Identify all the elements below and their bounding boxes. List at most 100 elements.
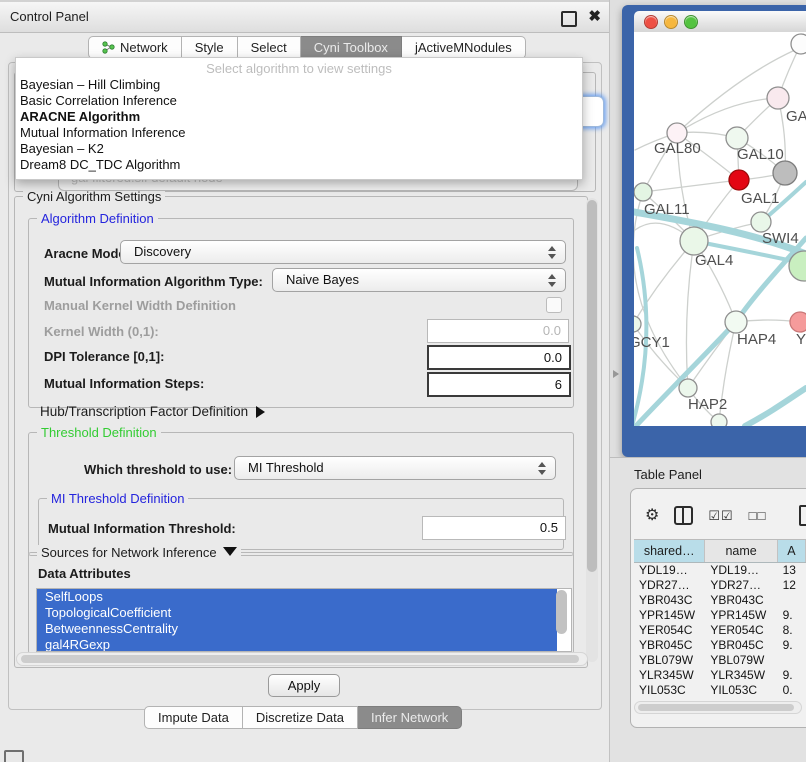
tab-label: jActiveMNodules bbox=[415, 37, 512, 59]
mi-threshold-field[interactable]: 0.5 bbox=[422, 516, 566, 540]
node-label: GAL4 bbox=[695, 252, 733, 269]
network-node-salmon[interactable] bbox=[790, 312, 806, 332]
split-columns-icon[interactable] bbox=[674, 506, 693, 525]
network-node-hap2[interactable] bbox=[679, 379, 697, 397]
column-header[interactable]: A bbox=[778, 540, 806, 562]
table-row[interactable]: YDR27…YDR27…12 bbox=[634, 578, 806, 593]
network-node-bottom-small[interactable] bbox=[711, 414, 727, 426]
settings-scroll-thumb[interactable] bbox=[587, 200, 597, 572]
kernel-width-label: Kernel Width (0,1): bbox=[44, 324, 159, 339]
table-row[interactable]: YBR043CYBR043C bbox=[634, 593, 806, 608]
attribute-item[interactable]: TopologicalCoefficient bbox=[37, 605, 557, 621]
partial-table-icon[interactable] bbox=[799, 505, 806, 526]
tab-label: Style bbox=[195, 37, 224, 59]
table-row[interactable]: YDL19…YDL19…13 bbox=[634, 563, 806, 578]
column-header[interactable]: shared… bbox=[634, 540, 705, 562]
network-node-swi4[interactable] bbox=[751, 212, 771, 232]
uncheck-pair-icon[interactable]: □□ bbox=[749, 507, 767, 525]
table-horizontal-scrollbar[interactable] bbox=[634, 701, 802, 714]
float-window-icon[interactable] bbox=[561, 11, 577, 27]
settings-hscroll-thumb[interactable] bbox=[21, 655, 579, 663]
tab-impute-data[interactable]: Impute Data bbox=[144, 706, 243, 729]
node-label: HAP2 bbox=[688, 396, 727, 413]
table-row[interactable]: YBR045CYBR045C9. bbox=[634, 638, 806, 653]
network-window-titlebar[interactable] bbox=[634, 11, 806, 33]
algorithm-option[interactable]: ARACNE Algorithm bbox=[16, 109, 582, 125]
table-row[interactable]: YIL053CYIL053C0. bbox=[634, 683, 806, 698]
tab-network[interactable]: Network bbox=[88, 36, 182, 59]
settings-horizontal-scrollbar[interactable] bbox=[16, 652, 588, 666]
minimized-panel-icon[interactable] bbox=[4, 750, 24, 762]
algorithm-option[interactable]: Bayesian – Hill Climbing bbox=[16, 77, 582, 93]
attribute-item[interactable]: SelfLoops bbox=[37, 589, 557, 605]
aracne-mode-combo[interactable]: Discovery bbox=[120, 240, 566, 264]
tab-label: Cyni Toolbox bbox=[314, 37, 388, 59]
tab-label: Network bbox=[120, 37, 168, 59]
table-window: ⚙ ☑☑ □□ shared…nameA YDL19…YDL19…13YDR27…Y… bbox=[630, 488, 806, 728]
network-node-gcy1[interactable] bbox=[634, 316, 641, 332]
attributes-scroll-thumb[interactable] bbox=[556, 590, 567, 634]
attribute-item[interactable]: gal4RGexp bbox=[37, 637, 557, 652]
table-row[interactable]: YLR345WYLR345W9. bbox=[634, 668, 806, 683]
network-node-hap4[interactable] bbox=[725, 311, 747, 333]
tab-infer-network[interactable]: Infer Network bbox=[358, 706, 462, 729]
splitter-handle[interactable] bbox=[613, 370, 619, 378]
tab-jactivemnodules[interactable]: jActiveMNodules bbox=[402, 36, 526, 59]
algorithm-option[interactable]: Dream8 DC_TDC Algorithm bbox=[16, 157, 582, 173]
mi-type-label: Mutual Information Algorithm Type: bbox=[44, 274, 263, 289]
table-cell: 12 bbox=[778, 578, 806, 593]
algorithm-option[interactable]: Basic Correlation Inference bbox=[16, 93, 582, 109]
settings-vertical-scrollbar[interactable] bbox=[586, 198, 598, 662]
algorithm-option[interactable]: Bayesian – K2 bbox=[16, 141, 582, 157]
close-light[interactable] bbox=[644, 15, 658, 29]
table-row[interactable]: YER054CYER054C8. bbox=[634, 623, 806, 638]
dpi-tolerance-field[interactable]: 0.0 bbox=[427, 345, 571, 370]
table-row[interactable]: YPR145WYPR145W9. bbox=[634, 608, 806, 623]
tab-label: Infer Network bbox=[371, 707, 448, 729]
expanded-arrow-icon[interactable] bbox=[223, 547, 237, 556]
bottom-tabs: Impute Data Discretize Data Infer Networ… bbox=[144, 706, 462, 729]
network-node-top-partial[interactable] bbox=[791, 34, 806, 54]
table-cell: YBL079W bbox=[705, 653, 777, 668]
network-node-pink-upper[interactable] bbox=[767, 87, 789, 109]
which-threshold-combo[interactable]: MI Threshold bbox=[234, 456, 556, 480]
network-node-green-left[interactable] bbox=[634, 183, 652, 201]
kernel-width-field[interactable]: 0.0 bbox=[427, 319, 569, 343]
node-label: HAP4 bbox=[737, 331, 776, 348]
algorithm-option[interactable]: Mutual Information Inference bbox=[16, 125, 582, 141]
attribute-item[interactable]: BetweennessCentrality bbox=[37, 621, 557, 637]
tab-style[interactable]: Style bbox=[182, 36, 238, 59]
table-hscroll-thumb[interactable] bbox=[638, 704, 794, 711]
table-cell: 9. bbox=[778, 668, 806, 683]
control-panel-tabs: Network Style Select Cyni Toolbox jActiv… bbox=[88, 36, 526, 59]
hub-definition-expander[interactable]: Hub/Transcription Factor Definition bbox=[40, 404, 265, 419]
data-attributes-list[interactable]: SelfLoopsTopologicalCoefficientBetweenne… bbox=[36, 588, 572, 652]
network-edge bbox=[677, 98, 778, 133]
tab-discretize-data[interactable]: Discretize Data bbox=[243, 706, 358, 729]
tab-cyni-toolbox[interactable]: Cyni Toolbox bbox=[301, 36, 402, 59]
manual-kernel-checkbox[interactable] bbox=[546, 297, 562, 313]
tab-select[interactable]: Select bbox=[238, 36, 301, 59]
table-cell bbox=[778, 593, 806, 608]
network-canvas[interactable]: GALGAL80GAL10GAL1GAL11SWI4GAL4HAP4YGCY1H… bbox=[634, 32, 806, 426]
node-label: GAL1 bbox=[741, 190, 779, 207]
table-cell: YIL053C bbox=[634, 683, 705, 698]
node-label: GAL10 bbox=[737, 146, 784, 163]
table-cell: YBR043C bbox=[634, 593, 705, 608]
dpi-tolerance-label: DPI Tolerance [0,1]: bbox=[44, 349, 164, 364]
network-node-gray[interactable] bbox=[773, 161, 797, 185]
mi-type-combo[interactable]: Naive Bayes bbox=[272, 268, 566, 292]
check-pair-icon[interactable]: ☑☑ bbox=[708, 507, 733, 525]
network-edge bbox=[643, 180, 739, 192]
close-panel-icon[interactable]: ✖ bbox=[588, 9, 601, 25]
table-cell: YIL053C bbox=[705, 683, 777, 698]
network-node-gal4[interactable] bbox=[680, 227, 708, 255]
minimize-light[interactable] bbox=[664, 15, 678, 29]
table-row[interactable]: YBL079WYBL079W bbox=[634, 653, 806, 668]
mi-steps-field[interactable]: 6 bbox=[427, 372, 571, 397]
apply-button[interactable]: Apply bbox=[268, 674, 340, 697]
network-node-gal1-red[interactable] bbox=[729, 170, 749, 190]
column-header[interactable]: name bbox=[705, 540, 777, 562]
gear-icon[interactable]: ⚙ bbox=[645, 507, 659, 525]
zoom-light[interactable] bbox=[684, 15, 698, 29]
